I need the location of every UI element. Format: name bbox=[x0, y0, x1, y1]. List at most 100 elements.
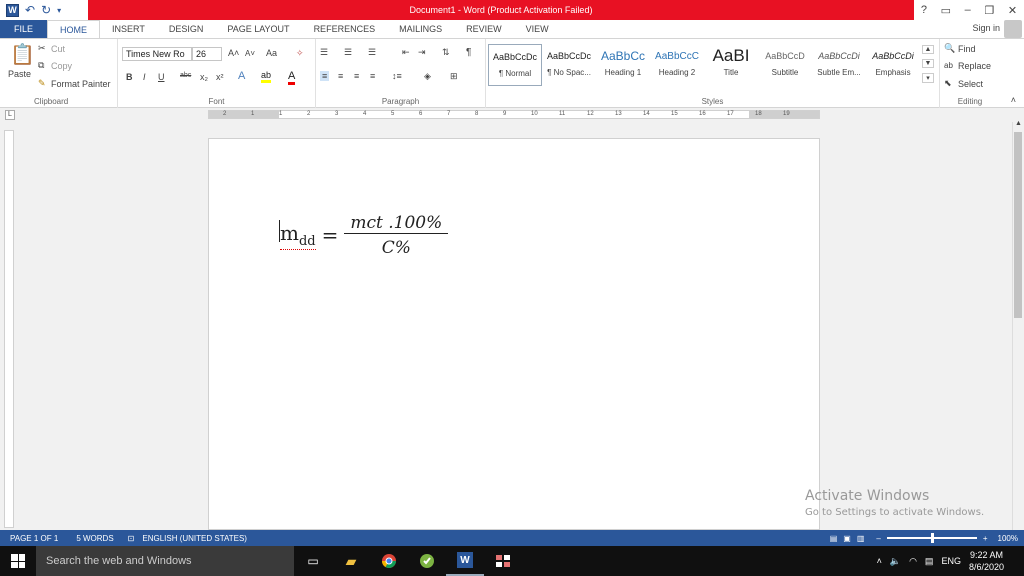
vertical-ruler[interactable] bbox=[4, 130, 14, 528]
copy-icon[interactable]: ⧉ bbox=[38, 60, 44, 71]
styles-more-icon[interactable]: ▾ bbox=[922, 73, 934, 83]
align-center-icon[interactable]: ≡ bbox=[338, 71, 343, 81]
language-status[interactable]: ENGLISH (UNITED STATES) bbox=[142, 534, 247, 543]
subscript-button[interactable]: x₂ bbox=[200, 72, 208, 82]
tab-references[interactable]: REFERENCES bbox=[302, 20, 388, 38]
notifications-icon[interactable]: ▤ bbox=[925, 556, 934, 567]
borders-icon[interactable]: ⊞ bbox=[450, 71, 458, 82]
select-button[interactable]: Select bbox=[958, 79, 983, 89]
select-icon[interactable]: ⬉ bbox=[944, 78, 952, 89]
find-icon[interactable]: 🔍 bbox=[944, 43, 955, 54]
style-normal[interactable]: AaBbCcDc ¶ Normal bbox=[488, 44, 542, 86]
zoom-slider-knob[interactable] bbox=[930, 533, 934, 543]
styles-scroll-up-icon[interactable]: ▲ bbox=[922, 45, 934, 54]
multilevel-list-icon[interactable]: ☰ bbox=[368, 47, 376, 58]
clock[interactable]: 9:22 AM 8/6/2020 bbox=[969, 549, 1004, 573]
document-page[interactable] bbox=[208, 138, 820, 530]
italic-button[interactable]: I bbox=[143, 72, 146, 82]
style-emphasis[interactable]: AaBbCcDi Emphasis bbox=[866, 44, 920, 86]
equation[interactable]: mdd = mct .100% C% bbox=[280, 208, 449, 262]
paste-button[interactable]: Paste bbox=[8, 69, 31, 79]
zoom-level[interactable]: 100% bbox=[998, 534, 1018, 543]
tab-insert[interactable]: INSERT bbox=[100, 20, 157, 38]
clear-formatting-icon[interactable]: ✧ bbox=[296, 48, 304, 59]
align-right-icon[interactable]: ≡ bbox=[354, 71, 359, 81]
scroll-up-icon[interactable]: ▲ bbox=[1015, 120, 1022, 127]
tab-design[interactable]: DESIGN bbox=[157, 20, 216, 38]
tab-home[interactable]: HOME bbox=[47, 20, 101, 38]
format-painter-icon[interactable]: ✎ bbox=[38, 78, 46, 89]
shading-icon[interactable]: ◈ bbox=[424, 71, 431, 82]
bold-button[interactable]: B bbox=[126, 72, 133, 82]
read-mode-icon[interactable]: ▤ bbox=[830, 534, 838, 543]
format-painter-button[interactable]: Format Painter bbox=[51, 79, 111, 89]
numbering-icon[interactable]: ☰ bbox=[344, 47, 352, 58]
tab-view[interactable]: VIEW bbox=[514, 20, 561, 38]
find-button[interactable]: Find bbox=[958, 44, 976, 54]
word-count[interactable]: 5 WORDS bbox=[76, 534, 113, 543]
tab-page-layout[interactable]: PAGE LAYOUT bbox=[215, 20, 301, 38]
restore-button[interactable]: ❐ bbox=[984, 4, 994, 17]
start-button[interactable] bbox=[0, 546, 36, 576]
paste-icon[interactable]: 📋 bbox=[10, 42, 35, 67]
decrease-indent-icon[interactable]: ⇤ bbox=[402, 47, 410, 58]
style-heading-1[interactable]: AaBbCc Heading 1 bbox=[596, 44, 650, 86]
font-size-select[interactable]: 26 bbox=[192, 47, 222, 61]
taskbar-search-input[interactable]: Search the web and Windows bbox=[36, 546, 294, 576]
style-subtitle[interactable]: AaBbCcD Subtitle bbox=[758, 44, 812, 86]
page-count[interactable]: PAGE 1 OF 1 bbox=[10, 534, 58, 543]
cut-icon[interactable]: ✂ bbox=[38, 43, 46, 54]
print-layout-icon[interactable]: ▣ bbox=[843, 534, 851, 543]
chrome-icon[interactable] bbox=[370, 546, 408, 576]
copy-button[interactable]: Copy bbox=[51, 61, 72, 71]
undo-icon[interactable]: ↶ bbox=[25, 3, 35, 17]
task-view-icon[interactable]: ▭ bbox=[294, 546, 332, 576]
file-explorer-icon[interactable]: ▰ bbox=[332, 546, 370, 576]
word-app-icon[interactable]: W bbox=[6, 3, 19, 17]
style-subtle-emphasis[interactable]: AaBbCcDi Subtle Em... bbox=[812, 44, 866, 86]
volume-icon[interactable]: 🔈 bbox=[890, 556, 901, 567]
replace-icon[interactable]: ab bbox=[944, 61, 953, 70]
sort-icon[interactable]: ⇅ bbox=[442, 47, 450, 58]
proofing-icon[interactable]: ⊡ bbox=[128, 534, 135, 543]
show-formatting-button[interactable]: ¶ bbox=[466, 47, 471, 58]
replace-button[interactable]: Replace bbox=[958, 61, 991, 71]
zoom-out-button[interactable]: – bbox=[876, 534, 880, 543]
zoom-in-button[interactable]: + bbox=[983, 534, 988, 543]
strikethrough-button[interactable]: abc bbox=[180, 72, 191, 79]
network-app-icon[interactable] bbox=[484, 546, 522, 576]
tab-selector-icon[interactable]: L bbox=[5, 110, 15, 120]
font-color-icon[interactable]: A bbox=[288, 70, 296, 85]
green-app-icon[interactable] bbox=[408, 546, 446, 576]
style-title[interactable]: AaBI Title bbox=[704, 44, 758, 86]
font-name-select[interactable]: Times New Ro bbox=[122, 47, 192, 61]
customize-toolbar-icon[interactable]: ▾ bbox=[57, 6, 61, 15]
styles-scroll-down-icon[interactable]: ▼ bbox=[922, 59, 934, 68]
avatar[interactable] bbox=[1004, 20, 1022, 38]
increase-indent-icon[interactable]: ⇥ bbox=[418, 47, 426, 58]
wifi-icon[interactable]: ◠ bbox=[909, 556, 917, 567]
word-taskbar-icon[interactable]: W bbox=[446, 546, 484, 576]
zoom-slider[interactable] bbox=[886, 533, 977, 543]
text-effects-icon[interactable]: A bbox=[238, 70, 245, 82]
sign-in-link[interactable]: Sign in bbox=[972, 23, 1000, 33]
highlight-color-icon[interactable]: ab bbox=[261, 70, 272, 83]
tray-expand-icon[interactable]: ˄ bbox=[877, 556, 882, 566]
collapse-ribbon-icon[interactable]: ˄ bbox=[1011, 95, 1016, 105]
justify-icon[interactable]: ≡ bbox=[370, 71, 375, 81]
underline-button[interactable]: U bbox=[158, 72, 165, 82]
close-button[interactable]: ✕ bbox=[1008, 4, 1017, 17]
grow-font-icon[interactable]: A˄ bbox=[228, 48, 239, 58]
change-case-button[interactable]: Aa bbox=[266, 48, 277, 58]
superscript-button[interactable]: x² bbox=[216, 72, 224, 82]
web-layout-icon[interactable]: ▥ bbox=[857, 534, 865, 543]
style-no-spacing[interactable]: AaBbCcDc ¶ No Spac... bbox=[542, 44, 596, 86]
ribbon-display-button[interactable]: ▭ bbox=[941, 4, 951, 17]
line-spacing-icon[interactable]: ↕≡ bbox=[392, 71, 402, 81]
minimize-button[interactable]: – bbox=[965, 4, 971, 16]
cut-button[interactable]: Cut bbox=[51, 44, 65, 54]
bullets-icon[interactable]: ☰ bbox=[320, 47, 328, 58]
style-heading-2[interactable]: AaBbCcC Heading 2 bbox=[650, 44, 704, 86]
horizontal-ruler[interactable]: 2 1 1 2 3 4 5 6 7 8 9 10 11 12 13 14 15 16 17 18 19 bbox=[208, 110, 820, 119]
help-button[interactable]: ? bbox=[921, 4, 927, 16]
